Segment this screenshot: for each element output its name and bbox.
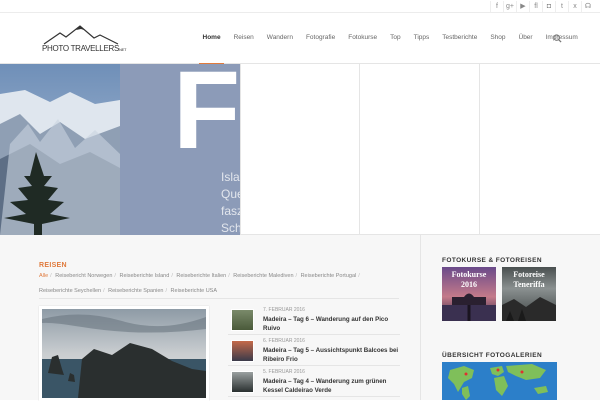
- mountain-logo-icon: [43, 25, 119, 45]
- top-bar: f g+ ▶ fl ◘ t x ☊: [0, 0, 600, 13]
- post-thumbnail[interactable]: [231, 340, 254, 362]
- nav-tipps[interactable]: Tipps: [407, 13, 436, 64]
- facebook-icon[interactable]: f: [490, 1, 503, 12]
- slide-mountain-image[interactable]: [0, 64, 120, 235]
- featured-post-image[interactable]: [39, 306, 209, 401]
- pier-photo: [442, 293, 496, 321]
- slide-text-line: Isla: [221, 170, 240, 184]
- post-title[interactable]: Madeira – Tag 6 – Wanderung auf den Pico…: [263, 315, 403, 333]
- category-malediven[interactable]: Reiseberichte Malediven: [233, 273, 293, 279]
- slide-big-letter: F: [173, 64, 240, 172]
- category-portugal[interactable]: Reiseberichte Portugal: [301, 273, 357, 279]
- slide-divider: [479, 64, 480, 235]
- landscape-photo: [502, 297, 556, 321]
- promo-fotokurse[interactable]: Fotokurse 2016: [442, 267, 496, 321]
- post-date: 7. FEBRUAR 2016: [263, 307, 305, 313]
- category-usa[interactable]: Reiseberichte USA: [171, 288, 217, 294]
- promo-fotoreise[interactable]: Fotoreise Teneriffa: [502, 267, 556, 321]
- list-item[interactable]: 7. FEBRUAR 2016 Madeira – Tag 6 – Wander…: [228, 306, 400, 335]
- slide-divider: [359, 64, 360, 235]
- category-spanien[interactable]: Reiseberichte Spanien: [108, 288, 163, 294]
- logo-name: PHOTO TRAVELLERS: [42, 44, 120, 53]
- mountain-photo: [0, 64, 120, 235]
- nav-fotografie[interactable]: Fotografie: [299, 13, 341, 64]
- nav-testberichte[interactable]: Testberichte: [436, 13, 484, 64]
- category-all[interactable]: Alle: [39, 273, 48, 279]
- post-title[interactable]: Madeira – Tag 5 – Aussichtspunkt Balcoes…: [263, 346, 403, 364]
- slide-text-line: Que: [221, 187, 240, 201]
- site-header: PHOTO TRAVELLERSNET Home Reisen Wandern …: [0, 13, 600, 65]
- xing-icon[interactable]: x: [568, 1, 581, 12]
- nav-fotokurse[interactable]: Fotokurse: [342, 13, 384, 64]
- category-filter: Alle / Reisebericht Norwegen / Reiseberich…: [39, 273, 360, 294]
- post-list: 7. FEBRUAR 2016 Madeira – Tag 6 – Wander…: [228, 306, 400, 399]
- post-title[interactable]: Madeira – Tag 4 – Wanderung zum grünen K…: [263, 377, 403, 395]
- rss-icon[interactable]: ☊: [581, 1, 594, 12]
- social-links: f g+ ▶ fl ◘ t x ☊: [490, 1, 594, 12]
- promo-title: Fotokurse: [451, 270, 487, 279]
- nav-top[interactable]: Top: [384, 13, 407, 64]
- list-item[interactable]: 6. FEBRUAR 2016 Madeira – Tag 5 – Aussic…: [228, 337, 400, 366]
- sidebar-title-courses: FOTOKURSE & FOTOREISEN: [442, 257, 542, 264]
- google-plus-icon[interactable]: g+: [503, 1, 516, 12]
- coast-photo: [42, 309, 206, 398]
- category-seychellen[interactable]: Reiseberichte Seychellen: [39, 288, 101, 294]
- slide-text-line: Sch: [221, 221, 240, 235]
- main-nav: Home Reisen Wandern Fotografie Fotokurse…: [196, 13, 584, 65]
- logo-text: PHOTO TRAVELLERSNET: [42, 44, 126, 53]
- section-title: REISEN: [39, 262, 67, 269]
- nav-home[interactable]: Home: [196, 13, 227, 65]
- flickr-icon[interactable]: fl: [529, 1, 542, 12]
- nav-wandern[interactable]: Wandern: [260, 13, 299, 64]
- instagram-icon[interactable]: ◘: [542, 1, 555, 12]
- world-map[interactable]: [442, 362, 557, 400]
- twitter-icon[interactable]: t: [555, 1, 568, 12]
- nav-reisen[interactable]: Reisen: [227, 13, 260, 64]
- promo-title: Fotoreise: [513, 270, 545, 279]
- slide-divider: [240, 64, 241, 235]
- search-icon[interactable]: [553, 34, 562, 43]
- nav-ueber[interactable]: Über: [512, 13, 539, 64]
- post-date: 6. FEBRUAR 2016: [263, 338, 305, 344]
- category-italien[interactable]: Reiseberichte Italien: [176, 273, 226, 279]
- logo-suffix: NET: [119, 47, 127, 52]
- category-norwegen[interactable]: Reisebericht Norwegen: [55, 273, 112, 279]
- post-date: 5. FEBRUAR 2016: [263, 369, 305, 375]
- slide-text-line: fasz: [221, 204, 240, 218]
- category-island[interactable]: Reiseberichte Island: [119, 273, 169, 279]
- list-item[interactable]: 5. FEBRUAR 2016 Madeira – Tag 4 – Wander…: [228, 368, 400, 397]
- slide-text-panel[interactable]: F Isla Que fasz Sch: [120, 64, 240, 235]
- promo-subtitle: Teneriffa: [513, 280, 545, 289]
- youtube-icon[interactable]: ▶: [516, 1, 529, 12]
- post-thumbnail[interactable]: [231, 309, 254, 331]
- hero-slider: F Isla Que fasz Sch: [0, 64, 600, 235]
- category-divider: [39, 298, 399, 299]
- promo-subtitle: 2016: [461, 280, 477, 289]
- sidebar-title-galleries: ÜBERSICHT FOTOGALERIEN: [442, 352, 543, 359]
- nav-shop[interactable]: Shop: [484, 13, 512, 64]
- world-map-graphic: [448, 364, 548, 400]
- post-thumbnail[interactable]: [231, 371, 254, 393]
- site-logo[interactable]: PHOTO TRAVELLERSNET: [42, 25, 126, 57]
